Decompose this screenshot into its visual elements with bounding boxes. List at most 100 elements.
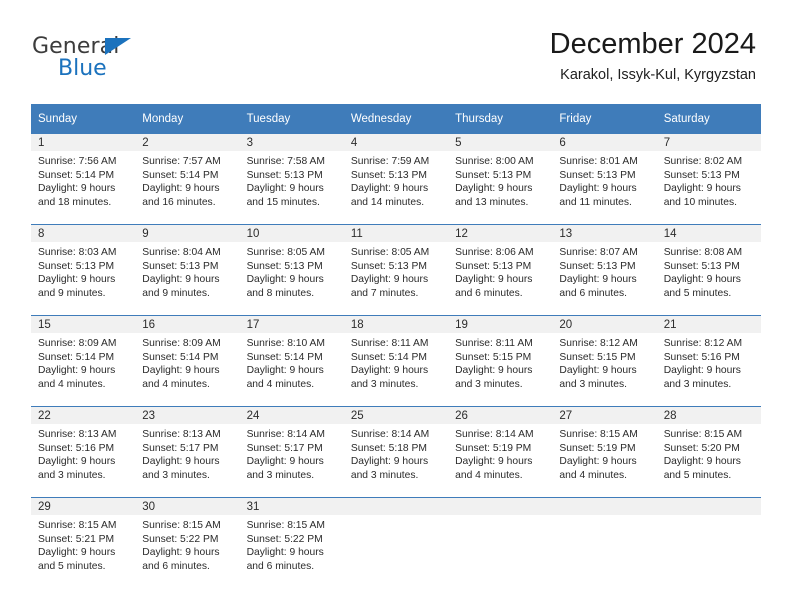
sunrise-time: Sunrise: 7:59 AM [350,156,430,167]
day-cell[interactable]: 16 Sunrise: 8:09 AM Sunset: 5:14 PM Dayligh… [135,316,240,406]
day-cell[interactable]: 26 Sunrise: 8:14 AM Sunset: 5:19 PM Dayligh… [448,407,553,497]
day-details: Sunrise: 8:04 AM Sunset: 5:13 PM Daylight:… [135,242,239,300]
sunrise-time: Sunrise: 8:15 AM [663,429,743,440]
daylight-duration-line1: Daylight: 9 hours [559,365,637,377]
day-details: Sunrise: 8:11 AM Sunset: 5:15 PM Daylight:… [448,333,552,391]
day-cell[interactable]: 12 Sunrise: 8:06 AM Sunset: 5:13 PM Dayligh… [448,225,553,315]
daylight-duration-line1: Daylight: 9 hours [350,274,429,286]
sunset-time: Sunset: 5:14 PM [142,351,219,363]
day-cell[interactable]: 23 Sunrise: 8:13 AM Sunset: 5:17 PM Dayligh… [135,407,240,497]
day-cell[interactable]: 30 Sunrise: 8:15 AM Sunset: 5:22 PM Dayligh… [135,498,240,588]
day-details: Sunrise: 8:13 AM Sunset: 5:16 PM Daylight:… [31,424,135,482]
sunset-time: Sunset: 5:14 PM [38,351,115,363]
day-cell[interactable]: 1 Sunrise: 7:56 AM Sunset: 5:14 PM Daylight… [31,134,136,224]
day-details: Sunrise: 8:12 AM Sunset: 5:15 PM Daylight:… [552,333,656,391]
day-number: 14 [656,225,761,242]
sunset-time: Sunset: 5:13 PM [455,260,532,272]
day-cell[interactable]: 4 Sunrise: 7:59 AM Sunset: 5:13 PM Daylight… [343,134,449,224]
daylight-duration-line1: Daylight: 9 hours [559,274,637,286]
day-number [656,498,761,515]
day-cell[interactable]: 25 Sunrise: 8:14 AM Sunset: 5:18 PM Dayligh… [343,407,449,497]
daylight-duration-line2: and 4 minutes. [246,378,315,390]
sunset-time: Sunset: 5:20 PM [663,442,740,454]
calendar-day-cell: 28 Sunrise: 8:15 AM Sunset: 5:20 PM Dayligh… [656,406,761,498]
sunrise-time: Sunrise: 8:14 AM [246,429,325,440]
day-cell[interactable]: 14 Sunrise: 8:08 AM Sunset: 5:13 PM Dayligh… [656,225,761,315]
calendar-day-cell: 3 Sunrise: 7:58 AM Sunset: 5:13 PM Daylight… [239,134,344,225]
day-details: Sunrise: 8:10 AM Sunset: 5:14 PM Daylight:… [240,333,344,391]
daylight-duration-line2: and 3 minutes. [350,469,419,481]
sunrise-time: Sunrise: 8:11 AM [455,338,533,349]
day-number: 28 [656,407,761,424]
sunrise-time: Sunrise: 8:08 AM [663,247,743,258]
weekday-header-wednesday: Wednesday [343,104,449,134]
daylight-duration-line1: Daylight: 9 hours [246,365,324,377]
day-cell[interactable]: 11 Sunrise: 8:05 AM Sunset: 5:13 PM Dayligh… [343,225,449,315]
daylight-duration-line1: Daylight: 9 hours [455,365,533,377]
daylight-duration-line2: and 5 minutes. [663,469,732,481]
daylight-duration-line1: Daylight: 9 hours [350,365,429,377]
day-cell[interactable]: 29 Sunrise: 8:15 AM Sunset: 5:21 PM Dayligh… [31,498,136,588]
day-cell[interactable]: 17 Sunrise: 8:10 AM Sunset: 5:14 PM Dayligh… [239,316,344,406]
day-cell[interactable]: 24 Sunrise: 8:14 AM Sunset: 5:17 PM Dayligh… [239,407,344,497]
calendar-day-cell: 16 Sunrise: 8:09 AM Sunset: 5:14 PM Dayligh… [135,315,240,407]
day-cell[interactable]: 7 Sunrise: 8:02 AM Sunset: 5:13 PM Daylight… [656,134,761,224]
day-number: 1 [31,134,136,151]
day-cell[interactable]: 22 Sunrise: 8:13 AM Sunset: 5:16 PM Dayligh… [31,407,136,497]
daylight-duration-line2: and 16 minutes. [142,196,216,208]
day-number: 18 [343,316,449,333]
sunset-time: Sunset: 5:18 PM [350,442,427,454]
day-details: Sunrise: 8:14 AM Sunset: 5:19 PM Daylight:… [448,424,552,482]
calendar-week-row: 1 Sunrise: 7:56 AM Sunset: 5:14 PM Daylight… [31,134,761,225]
generalblue-logo[interactable]: General Blue [32,34,232,86]
daylight-duration-line1: Daylight: 9 hours [663,183,741,195]
day-number: 17 [239,316,344,333]
day-details: Sunrise: 8:01 AM Sunset: 5:13 PM Daylight:… [552,151,656,209]
day-cell[interactable]: 20 Sunrise: 8:12 AM Sunset: 5:15 PM Dayligh… [552,316,657,406]
sunset-time: Sunset: 5:13 PM [559,260,636,272]
calendar-day-cell: 19 Sunrise: 8:11 AM Sunset: 5:15 PM Dayligh… [448,315,553,407]
day-cell[interactable]: 18 Sunrise: 8:11 AM Sunset: 5:14 PM Dayligh… [343,316,449,406]
day-cell[interactable]: 13 Sunrise: 8:07 AM Sunset: 5:13 PM Dayligh… [552,225,657,315]
sunset-time: Sunset: 5:13 PM [350,169,427,181]
sunset-time: Sunset: 5:17 PM [246,442,323,454]
day-details: Sunrise: 7:57 AM Sunset: 5:14 PM Daylight:… [135,151,239,209]
daylight-duration-line1: Daylight: 9 hours [559,183,637,195]
day-cell[interactable]: 9 Sunrise: 8:04 AM Sunset: 5:13 PM Daylight… [135,225,240,315]
sunrise-time: Sunrise: 8:15 AM [246,520,325,531]
daylight-duration-line1: Daylight: 9 hours [663,365,741,377]
day-cell[interactable]: 21 Sunrise: 8:12 AM Sunset: 5:16 PM Dayligh… [656,316,761,406]
day-cell[interactable]: 8 Sunrise: 8:03 AM Sunset: 5:13 PM Daylight… [31,225,136,315]
day-cell[interactable]: 19 Sunrise: 8:11 AM Sunset: 5:15 PM Dayligh… [448,316,553,406]
calendar-day-cell [552,497,657,588]
day-cell[interactable]: 15 Sunrise: 8:09 AM Sunset: 5:14 PM Dayligh… [31,316,136,406]
sunrise-time: Sunrise: 8:06 AM [455,247,534,258]
day-cell[interactable]: 31 Sunrise: 8:15 AM Sunset: 5:22 PM Dayligh… [239,498,344,588]
day-cell[interactable]: 3 Sunrise: 7:58 AM Sunset: 5:13 PM Daylight… [239,134,344,224]
sunrise-time: Sunrise: 8:12 AM [663,338,743,349]
day-cell[interactable]: 28 Sunrise: 8:15 AM Sunset: 5:20 PM Dayligh… [656,407,761,497]
sunset-time: Sunset: 5:16 PM [38,442,115,454]
day-cell[interactable]: 6 Sunrise: 8:01 AM Sunset: 5:13 PM Daylight… [552,134,657,224]
day-details: Sunrise: 8:05 AM Sunset: 5:13 PM Daylight:… [344,242,448,300]
calendar-day-cell: 26 Sunrise: 8:14 AM Sunset: 5:19 PM Dayligh… [448,406,553,498]
sunset-time: Sunset: 5:22 PM [142,533,219,545]
day-number: 27 [552,407,657,424]
calendar-day-cell: 18 Sunrise: 8:11 AM Sunset: 5:14 PM Dayligh… [343,315,449,407]
day-cell[interactable]: 5 Sunrise: 8:00 AM Sunset: 5:13 PM Daylight… [448,134,553,224]
day-cell[interactable]: 27 Sunrise: 8:15 AM Sunset: 5:19 PM Dayligh… [552,407,657,497]
sunset-time: Sunset: 5:13 PM [142,260,219,272]
calendar-day-cell: 31 Sunrise: 8:15 AM Sunset: 5:22 PM Dayligh… [239,497,344,588]
sunrise-time: Sunrise: 8:09 AM [38,338,117,349]
day-number: 31 [239,498,344,515]
sunrise-time: Sunrise: 8:07 AM [559,247,638,258]
daylight-duration-line1: Daylight: 9 hours [246,456,324,468]
sunset-time: Sunset: 5:16 PM [663,351,740,363]
day-number: 8 [31,225,136,242]
weekday-header-thursday: Thursday [448,104,553,134]
calendar-day-cell: 24 Sunrise: 8:14 AM Sunset: 5:17 PM Dayligh… [239,406,344,498]
day-cell[interactable]: 10 Sunrise: 8:05 AM Sunset: 5:13 PM Dayligh… [239,225,344,315]
day-details: Sunrise: 8:15 AM Sunset: 5:22 PM Daylight:… [240,515,344,573]
day-cell[interactable]: 2 Sunrise: 7:57 AM Sunset: 5:14 PM Daylight… [135,134,240,224]
daylight-duration-line1: Daylight: 9 hours [38,274,116,286]
